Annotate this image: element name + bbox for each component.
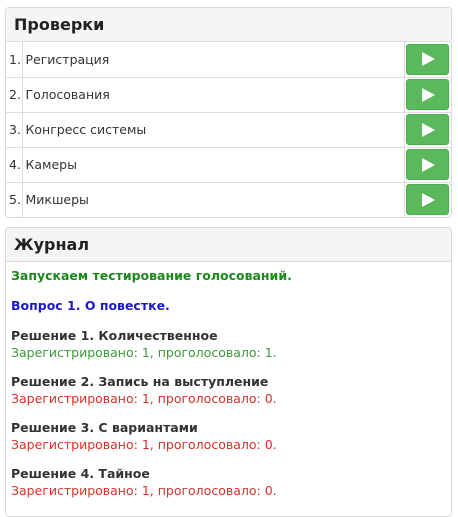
journal-entry-result: Зарегистрировано: 1, проголосовало: 0. [11, 437, 277, 452]
journal-entry-title: Решение 1. Количественное [11, 328, 218, 343]
journal-entry-title: Решение 3. С вариантами [11, 420, 198, 435]
journal-entry-title: Решение 2. Запись на выступление [11, 374, 269, 389]
journal-entry-result: Зарегистрировано: 1, проголосовало: 1. [11, 345, 277, 360]
checks-table: 1. Регистрация 2. Голосования 3. Конгрес… [6, 42, 451, 217]
play-icon [421, 87, 435, 102]
check-row: 2. Голосования [6, 76, 451, 112]
run-check-button[interactable] [406, 79, 450, 110]
journal-question: Вопрос 1. О повестке. [11, 298, 170, 313]
journal-panel-title: Журнал [6, 228, 451, 262]
check-row: 5. Микшеры [6, 181, 451, 217]
check-name: Конгресс системы [22, 111, 405, 147]
journal-entry-result: Зарегистрировано: 1, проголосовало: 0. [11, 483, 277, 498]
checks-panel-title: Проверки [6, 8, 451, 42]
journal-log: Запускаем тестирование голосований. Вопр… [6, 262, 451, 500]
play-icon [421, 122, 435, 137]
run-check-button[interactable] [406, 184, 450, 216]
play-icon [421, 52, 435, 67]
check-number: 3. [6, 111, 23, 147]
journal-entry-result: Зарегистрировано: 1, проголосовало: 0. [11, 391, 277, 406]
journal-entry: Решение 3. С вариантами Зарегистрировано… [11, 419, 446, 454]
checks-panel: Проверки 1. Регистрация 2. Голосования 3… [5, 7, 452, 218]
journal-entry-title: Решение 4. Тайное [11, 466, 150, 481]
check-number: 5. [6, 181, 23, 217]
check-name: Камеры [22, 146, 405, 182]
check-name: Голосования [22, 76, 405, 112]
run-check-button[interactable] [406, 114, 450, 145]
journal-entry: Решение 2. Запись на выступление Зарегис… [11, 373, 446, 408]
journal-panel: Журнал Запускаем тестирование голосовани… [5, 227, 452, 517]
check-row: 4. Камеры [6, 146, 451, 182]
check-name: Регистрация [22, 42, 405, 77]
check-name: Микшеры [22, 181, 405, 217]
journal-entry: Решение 1. Количественное Зарегистрирова… [11, 327, 446, 362]
check-number: 2. [6, 76, 23, 112]
check-row: 3. Конгресс системы [6, 111, 451, 147]
journal-start-message: Запускаем тестирование голосований. [11, 268, 292, 283]
run-check-button[interactable] [406, 43, 450, 75]
check-number: 4. [6, 146, 23, 182]
play-icon [421, 157, 435, 172]
play-icon [421, 192, 435, 207]
run-check-button[interactable] [406, 149, 450, 180]
journal-entry: Решение 4. Тайное Зарегистрировано: 1, п… [11, 465, 446, 500]
check-number: 1. [6, 42, 23, 77]
check-row: 1. Регистрация [6, 42, 451, 77]
